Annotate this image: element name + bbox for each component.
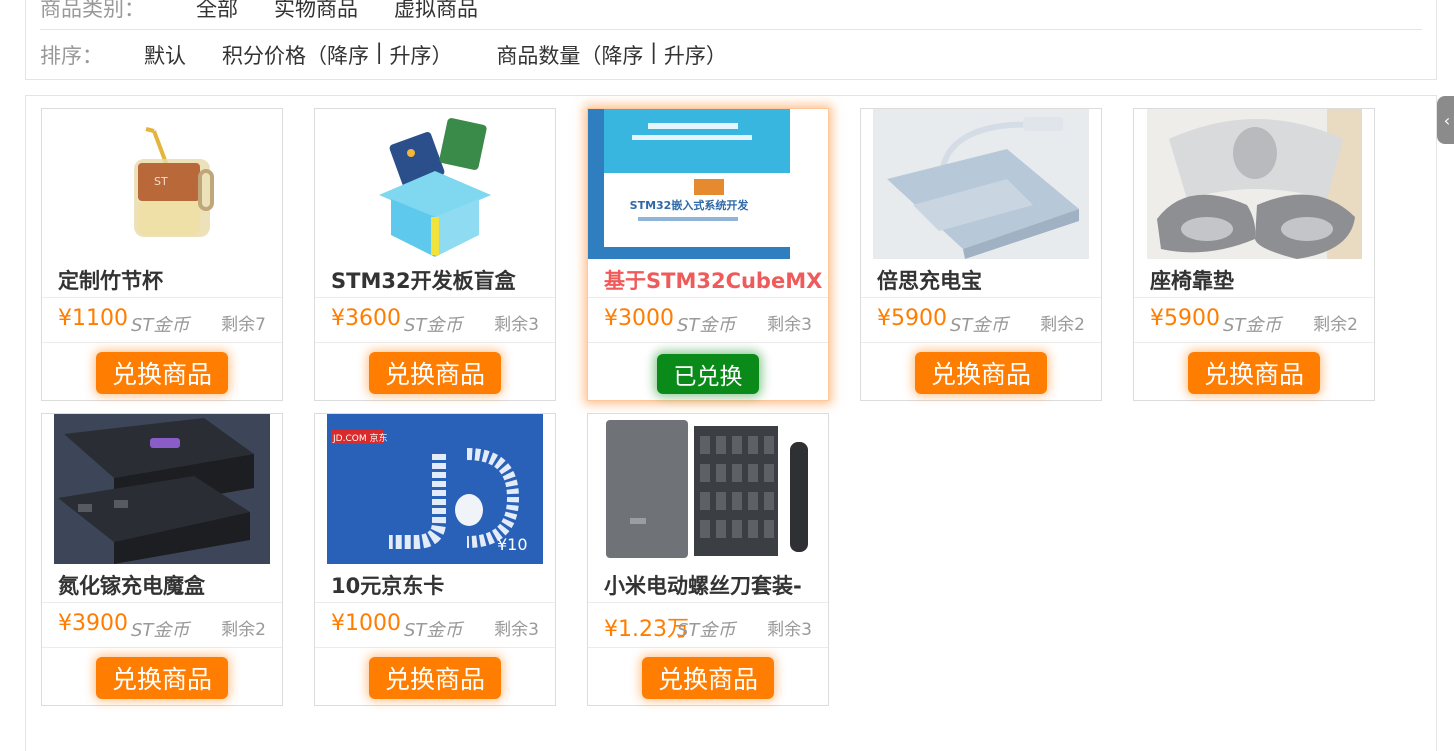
price-row: ¥5900 ST金币 剩余2 <box>861 297 1101 343</box>
sort-row: 排序： 默认 积分价格（ 降序 | 升序 ） 商品数量（ 降序 | 升序 ） <box>40 35 771 75</box>
redeemed-button[interactable]: 已兑换 <box>657 354 759 394</box>
sort-qty-sep: | <box>643 40 664 64</box>
sort-qty-close: ） <box>705 44 727 68</box>
product-price: ¥3000 <box>604 306 674 331</box>
price-unit: ST金币 <box>677 315 736 336</box>
product-title[interactable]: 10元京东卡 <box>331 570 553 602</box>
price-row: ¥1000 ST金币 剩余3 <box>315 602 555 648</box>
sort-by-quantity: 商品数量（ 降序 | 升序 ） <box>496 40 726 70</box>
product-card[interactable]: JD.COM 京东 ¥10 10元京东卡 ¥1000 ST金币 剩余3 兑换商品 <box>314 413 556 706</box>
jd-card-brand: JD.COM 京东 <box>332 432 387 444</box>
cup-image[interactable]: ST <box>54 109 270 259</box>
filter-divider <box>40 29 1422 30</box>
category-virtual[interactable]: 虚拟商品 <box>394 0 478 23</box>
sort-label: 排序： <box>40 44 103 68</box>
sort-by-points: 积分价格（ 降序 | 升序 ） <box>222 40 452 70</box>
price-row: ¥5900 ST金币 剩余2 <box>1134 297 1374 343</box>
product-title[interactable]: 基于STM32CubeMX <box>604 265 826 297</box>
book-cover-title: STM32嵌入式系统开发 <box>630 198 750 212</box>
power-bank-image[interactable] <box>873 109 1089 259</box>
redeem-button[interactable]: 兑换商品 <box>96 657 228 699</box>
price-unit: ST金币 <box>131 620 190 641</box>
side-panel-toggle[interactable]: ‹ <box>1437 96 1454 144</box>
product-card[interactable]: 倍思充电宝 ¥5900 ST金币 剩余2 兑换商品 <box>860 108 1102 401</box>
book-cover-image[interactable]: STM32嵌入式系统开发 <box>588 109 790 259</box>
price-unit: ST金币 <box>404 315 463 336</box>
product-title[interactable]: 座椅靠垫 <box>1150 265 1372 297</box>
product-card[interactable]: ST 定制竹节杯 ¥1100 ST金币 剩余7 兑换商品 <box>41 108 283 401</box>
product-price: ¥1000 <box>331 611 401 636</box>
product-card[interactable]: 座椅靠垫 ¥5900 ST金币 剩余2 兑换商品 <box>1133 108 1375 401</box>
product-stock: 剩余3 <box>494 315 539 335</box>
filter-panel: 商品类别： 全部 实物商品 虚拟商品 排序： 默认 积分价格（ 降序 | 升序 … <box>25 0 1437 80</box>
blind-box-image[interactable] <box>327 109 543 259</box>
category-filter-row: 商品类别： 全部 实物商品 虚拟商品 <box>40 0 514 27</box>
price-row: ¥1.23万 ST金币 剩余3 <box>588 602 828 648</box>
product-stock: 剩余3 <box>767 620 812 640</box>
sort-points-close: ） <box>431 44 453 68</box>
category-label: 商品类别： <box>40 0 145 21</box>
product-price: ¥1100 <box>58 306 128 331</box>
redeem-button[interactable]: 兑换商品 <box>642 657 774 699</box>
product-stock: 剩余2 <box>221 620 266 640</box>
price-unit: ST金币 <box>677 620 736 641</box>
product-title[interactable]: STM32开发板盲盒 <box>331 265 553 297</box>
product-title[interactable]: 小米电动螺丝刀套装- <box>604 570 826 602</box>
category-physical[interactable]: 实物商品 <box>274 0 358 23</box>
product-price: ¥5900 <box>1150 306 1220 331</box>
redeem-button[interactable]: 兑换商品 <box>915 352 1047 394</box>
product-title[interactable]: 氮化镓充电魔盒 <box>58 570 280 602</box>
screwdriver-set-image[interactable] <box>600 414 816 564</box>
seat-cushion-image[interactable] <box>1147 109 1362 259</box>
sort-default[interactable]: 默认 <box>144 40 186 70</box>
sort-points-name: 积分价格（ <box>222 44 327 68</box>
chevron-left-icon: ‹ <box>1443 110 1451 130</box>
product-price: ¥3600 <box>331 306 401 331</box>
redeem-button[interactable]: 兑换商品 <box>96 352 228 394</box>
product-stock: 剩余2 <box>1313 315 1358 335</box>
product-card[interactable]: 小米电动螺丝刀套装- ¥1.23万 ST金币 剩余3 兑换商品 <box>587 413 829 706</box>
sort-points-sep: | <box>369 40 390 64</box>
product-title[interactable]: 定制竹节杯 <box>58 265 280 297</box>
product-stock: 剩余3 <box>494 620 539 640</box>
sort-points-asc[interactable]: 升序 <box>389 40 431 70</box>
jd-card-value: ¥10 <box>497 535 528 554</box>
redeem-button[interactable]: 兑换商品 <box>1188 352 1320 394</box>
product-card[interactable]: 氮化镓充电魔盒 ¥3900 ST金币 剩余2 兑换商品 <box>41 413 283 706</box>
product-price: ¥5900 <box>877 306 947 331</box>
price-unit: ST金币 <box>1223 315 1282 336</box>
product-card-redeemed[interactable]: STM32嵌入式系统开发 基于STM32CubeMX ¥3000 ST金币 剩余… <box>587 108 829 401</box>
price-unit: ST金币 <box>404 620 463 641</box>
product-stock: 剩余7 <box>221 315 266 335</box>
price-row: ¥1100 ST金币 剩余7 <box>42 297 282 343</box>
sort-points-desc[interactable]: 降序 <box>327 40 369 70</box>
redeem-button[interactable]: 兑换商品 <box>369 657 501 699</box>
price-unit: ST金币 <box>131 315 190 336</box>
redeem-button[interactable]: 兑换商品 <box>369 352 501 394</box>
price-row: ¥3000 ST金币 剩余3 <box>588 297 828 343</box>
jd-card-image[interactable]: JD.COM 京东 ¥10 <box>327 414 543 564</box>
sort-qty-name: 商品数量（ <box>496 44 602 68</box>
price-row: ¥3600 ST金币 剩余3 <box>315 297 555 343</box>
category-all[interactable]: 全部 <box>196 0 238 23</box>
price-unit: ST金币 <box>950 315 1009 336</box>
product-title[interactable]: 倍思充电宝 <box>877 265 1099 297</box>
product-card[interactable]: STM32开发板盲盒 ¥3600 ST金币 剩余3 兑换商品 <box>314 108 556 401</box>
power-strip-image[interactable] <box>54 414 270 564</box>
sort-qty-asc[interactable]: 升序 <box>664 40 706 70</box>
sort-qty-desc[interactable]: 降序 <box>601 40 643 70</box>
price-row: ¥3900 ST金币 剩余2 <box>42 602 282 648</box>
product-stock: 剩余2 <box>1040 315 1085 335</box>
product-stock: 剩余3 <box>767 315 812 335</box>
product-price: ¥3900 <box>58 611 128 636</box>
svg-text:ST: ST <box>154 175 168 188</box>
